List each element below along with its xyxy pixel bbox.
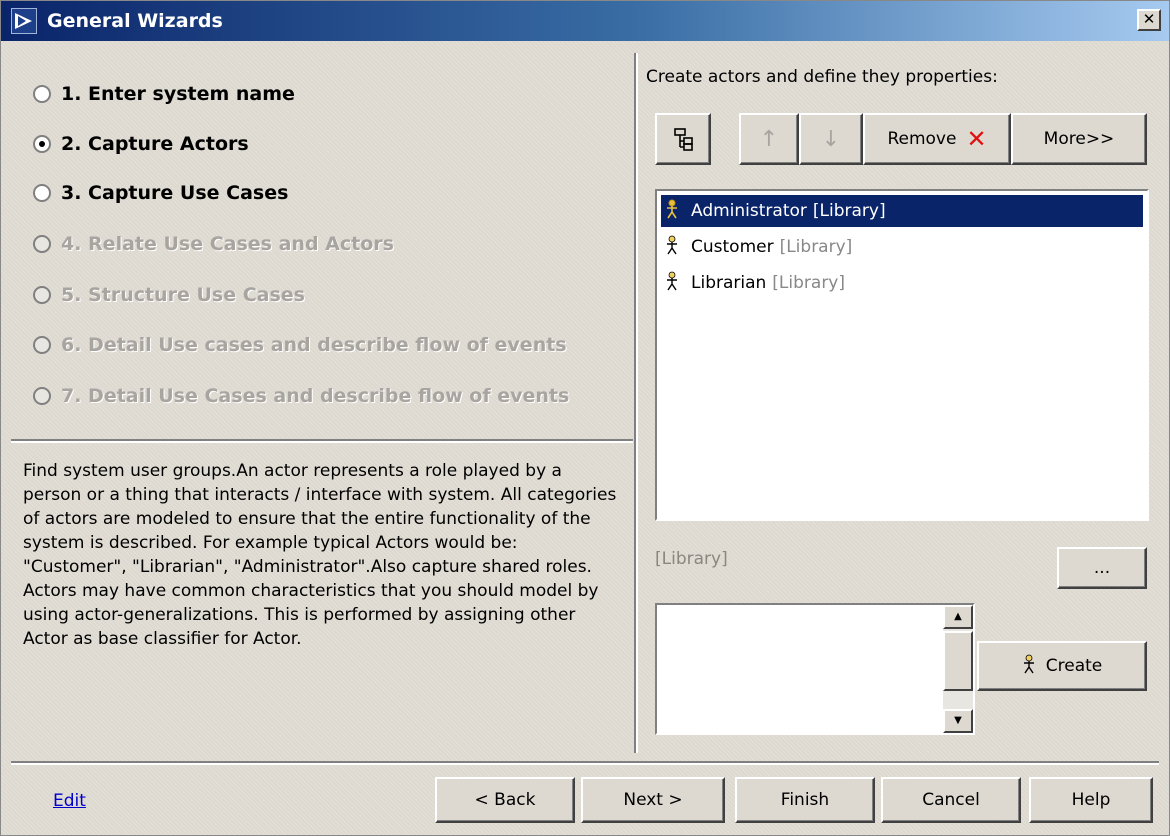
radio-icon [33,184,51,202]
list-item[interactable]: Customer [Library] [661,231,1143,263]
step-label: 6. Detail Use cases and describe flow of… [61,334,567,356]
app-icon [11,8,37,34]
wizard-window: General Wizards ✕ 1. Enter system name 2… [0,0,1170,836]
radio-icon [33,286,51,304]
step-1-radio[interactable]: 1. Enter system name [33,83,295,105]
scroll-thumb[interactable] [943,631,973,691]
help-button[interactable]: Help [1029,777,1153,823]
step-description: Find system user groups.An actor represe… [23,461,617,649]
title-bar[interactable]: General Wizards ✕ [1,1,1169,41]
show-tree-button[interactable] [655,113,711,165]
step-4-radio: 4. Relate Use Cases and Actors [33,233,394,255]
radio-icon [33,387,51,405]
radio-icon [33,336,51,354]
step-5-radio: 5. Structure Use Cases [33,284,305,306]
create-actor-button[interactable]: Create [977,641,1147,691]
actor-icon [661,271,683,296]
back-label: < Back [474,790,536,810]
actor-namespace: [Library] [772,273,846,293]
cancel-label: Cancel [922,790,980,810]
actor-icon [1022,654,1036,679]
step-7-radio: 7. Detail Use Cases and describe flow of… [33,385,569,407]
browse-namespace-button[interactable]: ... [1057,547,1147,589]
next-label: Next > [623,790,683,810]
actor-icon [661,235,683,260]
list-item[interactable]: Librarian [Library] [661,267,1143,299]
actor-name: Customer [691,237,774,257]
ellipsis-label: ... [1093,558,1111,578]
step-label: 7. Detail Use Cases and describe flow of… [61,385,570,407]
more-label: More>> [1043,129,1115,149]
namespace-label: [Library] [655,549,728,569]
arrow-down-icon: ↓ [821,126,841,152]
step-2-radio[interactable]: 2. Capture Actors [33,133,249,155]
scrollbar[interactable]: ▲ ▼ [943,605,973,733]
list-item[interactable]: Administrator [Library] [661,195,1143,227]
cancel-button[interactable]: Cancel [881,777,1021,823]
back-button[interactable]: < Back [435,777,575,823]
move-down-button[interactable]: ↓ [799,113,863,165]
arrow-up-icon: ↑ [759,126,779,152]
scroll-up-arrow-icon[interactable]: ▲ [943,605,973,629]
next-button[interactable]: Next > [581,777,725,823]
move-up-button[interactable]: ↑ [739,113,799,165]
finish-label: Finish [780,790,830,810]
more-button[interactable]: More>> [1011,113,1147,165]
edit-link[interactable]: Edit [53,791,86,811]
red-x-icon: ✕ [966,125,987,153]
step-6-radio: 6. Detail Use cases and describe flow of… [33,334,567,356]
actor-name: Administrator [691,201,807,221]
remove-button[interactable]: Remove ✕ [863,113,1011,165]
radio-icon [33,235,51,253]
hierarchy-icon [674,128,693,151]
scroll-down-arrow-icon[interactable]: ▼ [943,709,973,733]
step-3-radio[interactable]: 3. Capture Use Cases [33,182,288,204]
step-label: 3. Capture Use Cases [61,182,289,204]
vertical-divider [634,53,638,753]
radio-icon [33,85,51,103]
step-label: 2. Capture Actors [61,133,249,155]
actor-icon [661,199,683,224]
new-actor-input[interactable]: ▲ ▼ [655,603,975,735]
help-label: Help [1071,790,1111,810]
actor-namespace: [Library] [812,201,886,221]
divider [11,439,633,443]
close-button[interactable]: ✕ [1137,9,1161,31]
radio-checked-icon [33,135,51,153]
actors-instruction: Create actors and define they properties… [646,67,998,87]
actors-list[interactable]: Administrator [Library] Customer [Librar… [655,189,1149,521]
window-title: General Wizards [47,10,223,32]
actor-namespace: [Library] [779,237,853,257]
finish-button[interactable]: Finish [735,777,875,823]
close-icon: ✕ [1142,10,1156,28]
step-label: 4. Relate Use Cases and Actors [61,233,394,255]
create-label: Create [1045,656,1103,676]
actor-name: Librarian [691,273,767,293]
step-label: 5. Structure Use Cases [61,284,305,306]
footer-divider [11,761,1159,765]
step-label: 1. Enter system name [61,83,295,105]
remove-label: Remove [887,129,957,149]
